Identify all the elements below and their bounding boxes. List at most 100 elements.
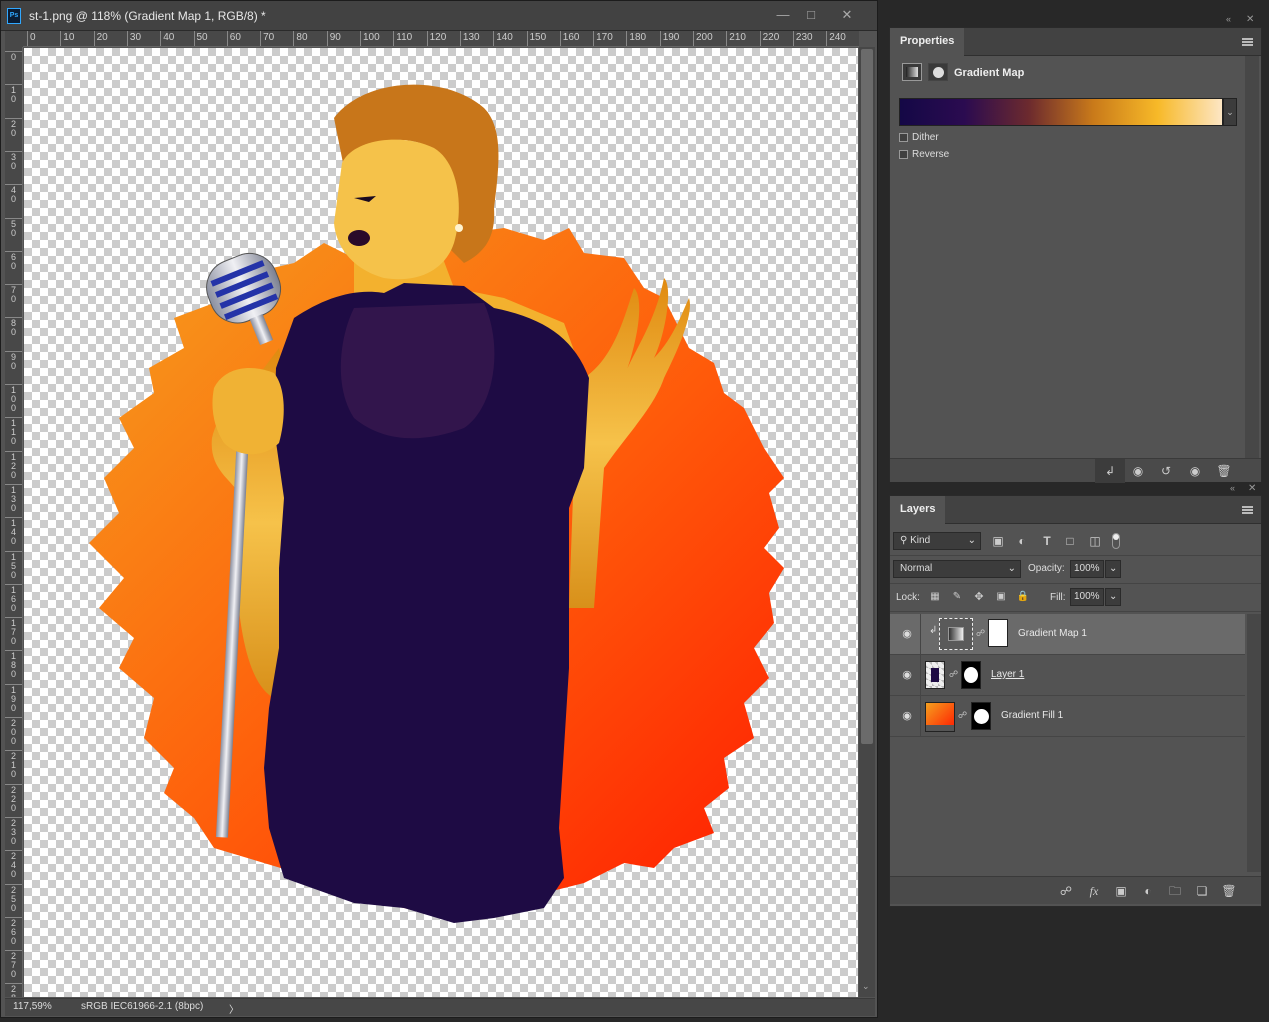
view-previous-icon[interactable]: ◉	[1129, 462, 1147, 480]
filter-adjustment-icon[interactable]: ◐	[1013, 532, 1031, 550]
add-mask-icon[interactable]: ▣	[1112, 882, 1130, 900]
status-expand-icon[interactable]: 〉	[229, 1001, 239, 1016]
layer-name[interactable]: Gradient Fill 1	[1001, 710, 1063, 721]
filter-toggle-icon[interactable]	[1112, 533, 1120, 549]
lock-label: Lock:	[896, 592, 920, 603]
layer-name[interactable]: Layer 1	[991, 669, 1024, 680]
close-layers-icon[interactable]: ✕	[1248, 483, 1256, 494]
mask-thumbnail[interactable]	[961, 661, 981, 689]
ruler-tick: 40	[160, 31, 174, 46]
link-layers-icon[interactable]: ☍	[1057, 882, 1075, 900]
scrollbar-thumb[interactable]	[861, 49, 873, 744]
layer-row-gradient-map[interactable]: ◉ ↲ ☍ Gradient Map 1	[890, 614, 1245, 655]
layer-name[interactable]: Gradient Map 1	[1018, 628, 1087, 639]
tab-layers[interactable]: Layers	[890, 496, 946, 525]
reverse-checkbox[interactable]	[899, 150, 908, 159]
visibility-icon[interactable]: ◉	[1186, 462, 1204, 480]
lock-all-icon[interactable]: 🔒	[1014, 588, 1032, 606]
blend-mode-value: Normal	[900, 563, 933, 574]
horizontal-ruler[interactable]: 0 10 20 30 40 50 60 70 80 90 100 110 120 130 140 150 160…	[23, 31, 859, 47]
properties-scrollbar[interactable]	[1245, 56, 1259, 460]
layer-row-layer-1[interactable]: ◉ ☍ Layer 1	[890, 655, 1245, 696]
reset-icon[interactable]: ↺	[1157, 462, 1175, 480]
new-group-icon[interactable]: 🗀	[1166, 882, 1184, 900]
fill-dropdown-icon[interactable]: ⌄	[1105, 588, 1121, 606]
face-shape	[334, 139, 459, 280]
dither-label: Dither	[912, 132, 939, 143]
minimize-icon[interactable]: —	[769, 5, 797, 25]
fill-input[interactable]: 100%	[1070, 588, 1104, 606]
status-bar: 117,59% sRGB IEC61966-2.1 (8bpc) 〉	[5, 998, 875, 1016]
opacity-dropdown-icon[interactable]: ⌄	[1105, 560, 1121, 578]
opacity-input[interactable]: 100%	[1070, 560, 1104, 578]
ruler-tick: 90	[5, 350, 22, 370]
ruler-tick: 40	[5, 184, 22, 204]
gradient-map-adjustment-icon[interactable]	[902, 63, 922, 81]
layer-filter-kind[interactable]: ⚲ Kind ⌄	[893, 532, 981, 550]
eye-icon[interactable]: ◉	[900, 709, 914, 723]
ruler-tick: 200	[693, 31, 713, 46]
document-title: st-1.png @ 118% (Gradient Map 1, RGB/8) …	[29, 9, 266, 23]
filter-shape-icon[interactable]: □	[1061, 532, 1079, 550]
dither-checkbox[interactable]	[899, 133, 908, 142]
fill-thumbnail[interactable]	[925, 702, 955, 732]
filter-pixel-icon[interactable]: ▣	[989, 532, 1007, 550]
document-title-bar[interactable]: Ps st-1.png @ 118% (Gradient Map 1, RGB/…	[1, 1, 877, 31]
ruler-tick: 150	[5, 550, 22, 579]
ruler-tick: 180	[5, 650, 22, 679]
layers-scrollbar[interactable]	[1247, 614, 1261, 872]
mask-thumbnail[interactable]	[988, 619, 1008, 647]
ruler-corner[interactable]	[5, 31, 23, 47]
fill-label: Fill:	[1050, 592, 1066, 603]
lock-position-icon[interactable]: ✥	[970, 588, 988, 606]
ruler-tick: 190	[659, 31, 679, 46]
eye-icon[interactable]: ◉	[900, 668, 914, 682]
eye-icon[interactable]: ◉	[900, 627, 914, 641]
ruler-tick: 230	[5, 816, 22, 845]
chain-icon[interactable]: ☍	[958, 710, 967, 721]
ruler-tick: 20	[93, 31, 108, 46]
collapse-panels-icon[interactable]: «	[1226, 14, 1231, 24]
vertical-ruler[interactable]: 0 10 20 30 40 50 60 70 80 90 100 110 120 130 140 150 160…	[5, 47, 23, 997]
delete-layer-icon[interactable]: 🗑	[1220, 882, 1238, 900]
lock-artboard-icon[interactable]: ▣	[992, 588, 1010, 606]
maximize-icon[interactable]: □	[797, 5, 825, 25]
lock-transparent-icon[interactable]: ▦	[926, 588, 944, 606]
lock-paint-icon[interactable]: ✎	[948, 588, 966, 606]
document-canvas[interactable]	[24, 48, 858, 997]
clip-to-layer-icon[interactable]: ↲	[1101, 462, 1119, 480]
adjustment-thumbnail[interactable]	[939, 618, 973, 650]
filter-type-icon[interactable]: T	[1038, 532, 1056, 550]
zoom-level[interactable]: 117,59%	[13, 1001, 63, 1012]
ruler-tick: 140	[493, 31, 513, 46]
close-panel-icon[interactable]: ✕	[1246, 14, 1254, 25]
close-icon[interactable]: ✕	[833, 5, 861, 25]
collapse-layers-icon[interactable]: «	[1230, 483, 1235, 493]
ruler-tick: 70	[260, 31, 274, 46]
ruler-tick: 100	[5, 384, 22, 413]
ruler-tick: 60	[226, 31, 241, 46]
gradient-dropdown-icon[interactable]: ⌄	[1223, 98, 1237, 126]
scroll-down-icon[interactable]: ⌄	[862, 981, 872, 993]
fx-icon[interactable]: fx	[1085, 882, 1103, 900]
panel-menu-icon[interactable]	[1242, 38, 1253, 46]
gradient-preview-bar[interactable]	[899, 98, 1223, 126]
ruler-tick: 60	[5, 250, 22, 270]
mask-thumbnail[interactable]	[971, 702, 991, 730]
delete-icon[interactable]: 🗑	[1215, 462, 1233, 480]
chain-icon[interactable]: ☍	[976, 628, 985, 639]
blend-mode-select[interactable]: Normal ⌄	[893, 560, 1021, 578]
ruler-tick: 220	[759, 31, 779, 46]
tab-properties[interactable]: Properties	[890, 28, 965, 57]
layers-panel: Layers ⚲ Kind ⌄ ▣ ◐ T □ ◫ Normal ⌄ Opaci…	[889, 495, 1262, 907]
layer-thumbnail[interactable]	[925, 661, 945, 689]
chain-icon[interactable]: ☍	[949, 669, 958, 680]
mask-icon[interactable]	[928, 63, 948, 81]
layer-row-gradient-fill[interactable]: ◉ ☍ Gradient Fill 1	[890, 696, 1245, 737]
layers-menu-icon[interactable]	[1242, 506, 1253, 514]
new-layer-icon[interactable]: ❏	[1193, 882, 1211, 900]
adjustment-layer-icon[interactable]: ◐	[1139, 882, 1157, 900]
filter-smart-object-icon[interactable]: ◫	[1086, 532, 1104, 550]
chevron-down-icon: ⌄	[967, 535, 976, 546]
search-icon: ⚲	[900, 535, 908, 546]
